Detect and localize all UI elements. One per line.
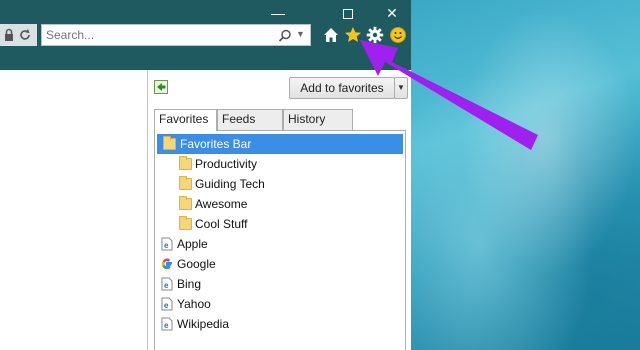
search-dropdown-icon[interactable]: ▼ bbox=[296, 29, 305, 39]
ie-page-icon: e bbox=[161, 297, 173, 311]
tree-item-label: Wikipedia bbox=[177, 317, 230, 331]
wikipedia-link[interactable]: e Wikipedia bbox=[155, 314, 405, 334]
star-icon[interactable] bbox=[343, 25, 363, 45]
ie-page-icon: e bbox=[161, 237, 173, 251]
gear-icon[interactable] bbox=[365, 25, 385, 45]
maximize-button[interactable] bbox=[328, 2, 368, 24]
ie-page-icon: e bbox=[161, 277, 173, 291]
folder-icon bbox=[179, 196, 192, 210]
guiding-tech-folder[interactable]: Guiding Tech bbox=[155, 174, 405, 194]
smiley-icon[interactable] bbox=[388, 25, 408, 45]
folder-icon bbox=[179, 216, 192, 230]
productivity-folder[interactable]: Productivity bbox=[155, 154, 405, 174]
svg-text:e: e bbox=[164, 281, 169, 290]
tree-item-label: Favorites Bar bbox=[180, 137, 252, 151]
tree-item-label: Apple bbox=[177, 237, 208, 251]
ie-page-icon: e bbox=[161, 317, 173, 331]
maximize-icon bbox=[343, 9, 353, 20]
favorites-bar-folder[interactable]: Favorites Bar bbox=[157, 134, 403, 154]
refresh-icon[interactable] bbox=[18, 27, 32, 43]
tree-item-label: Cool Stuff bbox=[195, 217, 248, 231]
title-bar: — ✕ ▼ bbox=[0, 0, 411, 70]
tab-favorites[interactable]: Favorites bbox=[154, 109, 217, 131]
apple-link[interactable]: e Apple bbox=[155, 234, 405, 254]
folder-icon bbox=[179, 156, 192, 170]
add-to-favorites-button[interactable]: Add to favorites bbox=[289, 77, 395, 99]
add-favorites-dropdown-button[interactable]: ▼ bbox=[394, 77, 408, 99]
bing-link[interactable]: e Bing bbox=[155, 274, 405, 294]
home-icon[interactable] bbox=[321, 25, 341, 45]
favorites-tree: Favorites Bar Productivity Guiding Tech … bbox=[154, 130, 406, 350]
awesome-folder[interactable]: Awesome bbox=[155, 194, 405, 214]
tab-history[interactable]: History bbox=[283, 109, 353, 130]
folder-icon bbox=[179, 176, 192, 190]
cool-stuff-folder[interactable]: Cool Stuff bbox=[155, 214, 405, 234]
search-icon[interactable] bbox=[277, 28, 293, 44]
lock-icon[interactable] bbox=[2, 27, 16, 43]
svg-text:e: e bbox=[164, 301, 169, 310]
tree-item-label: Awesome bbox=[195, 197, 248, 211]
tree-item-label: Bing bbox=[177, 277, 202, 291]
close-button[interactable]: ✕ bbox=[372, 2, 412, 24]
pin-favorites-icon[interactable] bbox=[154, 80, 168, 94]
tab-feeds[interactable]: Feeds bbox=[217, 109, 283, 130]
tree-item-label: Guiding Tech bbox=[195, 177, 265, 191]
svg-text:e: e bbox=[164, 241, 169, 250]
google-link[interactable]: Google bbox=[155, 254, 405, 274]
browser-window: — ✕ ▼ bbox=[0, 0, 411, 350]
google-icon bbox=[161, 258, 172, 270]
yahoo-link[interactable]: e Yahoo bbox=[155, 294, 405, 314]
desktop-wallpaper bbox=[411, 0, 640, 350]
search-box[interactable]: ▼ bbox=[41, 24, 311, 46]
page-content[interactable] bbox=[0, 70, 147, 350]
tree-item-label: Yahoo bbox=[177, 297, 211, 311]
tree-item-label: Google bbox=[177, 257, 216, 271]
search-input[interactable] bbox=[46, 27, 266, 43]
tree-item-label: Productivity bbox=[195, 157, 258, 171]
svg-text:e: e bbox=[164, 321, 169, 330]
favorites-center: Add to favorites ▼ Favorites Feeds Histo… bbox=[147, 70, 411, 350]
minimize-button[interactable]: — bbox=[258, 2, 298, 24]
folder-icon bbox=[163, 136, 176, 150]
